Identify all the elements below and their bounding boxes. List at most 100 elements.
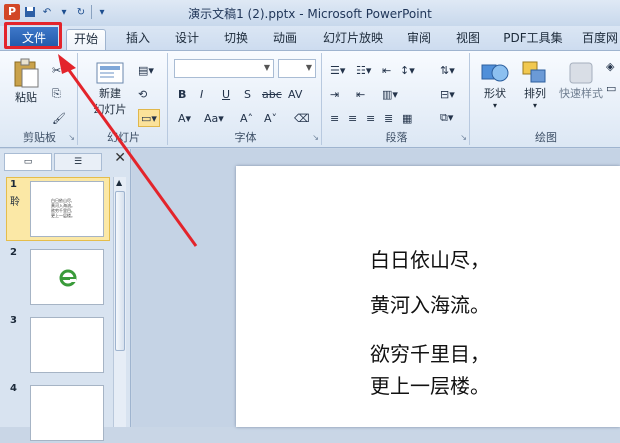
tab-view[interactable]: 视图 [448, 29, 488, 50]
paste-button[interactable]: 粘贴 [8, 57, 44, 105]
reset-icon[interactable]: ⟲ [138, 85, 147, 103]
tab-baidu[interactable]: 百度网 [578, 29, 620, 50]
decrease-indent-icon[interactable]: ⇤ [382, 61, 391, 79]
ribbon: 粘贴 ✂ ⎘ 🖌 剪贴板 ↘ 新建 幻灯片 ▤▾ ⟲ ▭▾ 幻灯片 ▼ ▼ B … [0, 50, 620, 148]
section-icon[interactable]: ▭▾ [138, 109, 160, 127]
line-spacing-icon[interactable]: ↕▾ [400, 61, 415, 79]
thumbnail-text: 白日依山尽, 黄河入海流。 欲穷千里目, 更上一层楼。 [51, 198, 75, 218]
arrange-label: 排列 [524, 87, 546, 100]
shape-button[interactable]: 形状 ▾ [476, 59, 514, 110]
font-group-label: 字体 [234, 131, 257, 144]
thumbnail-4[interactable]: 4 [6, 381, 110, 443]
new-slide-icon [96, 62, 124, 84]
ie-logo-icon [59, 269, 77, 287]
paste-icon [14, 58, 39, 88]
arrange-button[interactable]: 排列 ▾ [516, 59, 554, 110]
quick-styles-button[interactable]: 快速样式 [556, 59, 606, 101]
shape-outline-icon[interactable]: ▭ [606, 79, 616, 97]
dialog-launcher-icon[interactable]: ↘ [312, 133, 319, 142]
align-text-icon[interactable]: ⊟▾ [440, 85, 455, 103]
justify-icon[interactable]: ≣ [384, 109, 393, 127]
columns-icon[interactable]: ▥▾ [382, 85, 398, 103]
copy-icon[interactable]: ⎘ [52, 85, 61, 103]
dialog-launcher-icon[interactable]: ↘ [460, 133, 467, 142]
thumbnail-3[interactable]: 3 [6, 313, 110, 375]
slides-group: 新建 幻灯片 ▤▾ ⟲ ▭▾ 幻灯片 [80, 53, 168, 145]
shape-label: 形状 [484, 87, 506, 100]
slide-number: 3 [10, 315, 17, 326]
shrink-font-icon[interactable]: A˅ [264, 109, 277, 127]
dialog-launcher-icon[interactable]: ↘ [68, 133, 75, 142]
paragraph-group-label: 段落 [385, 131, 408, 144]
quick-styles-label: 快速样式 [559, 87, 603, 100]
clear-format-icon[interactable]: ⌫ [294, 109, 310, 127]
scroll-up-icon[interactable]: ▲ [116, 178, 122, 187]
align-center-icon[interactable]: ≡ [348, 109, 357, 127]
shapes-icon [481, 64, 509, 82]
paste-label: 粘贴 [15, 91, 37, 104]
poem-line[interactable]: 白日依山尽， [370, 244, 490, 273]
ribbon-tabs: 文件 开始 插入 设计 切换 动画 幻灯片放映 审阅 视图 PDF工具集 百度网 [0, 26, 620, 50]
tab-pdf-tools[interactable]: PDF工具集 [497, 29, 569, 50]
poem-line[interactable]: 欲穷千里目， [370, 338, 490, 367]
thumbnail-list: 1 聆 白日依山尽, 黄河入海流。 欲穷千里目, 更上一层楼。 2 3 4 [6, 177, 110, 441]
poem-line[interactable]: 黄河入海流。 [370, 289, 490, 318]
tab-home[interactable]: 开始 [66, 29, 106, 50]
quick-styles-icon [569, 62, 593, 84]
current-slide[interactable]: 白日依山尽， 黄河入海流。 欲穷千里目， 更上一层楼。 [236, 166, 620, 427]
file-highlight-box [4, 22, 62, 49]
outdent-icon[interactable]: ⇤ [356, 85, 365, 103]
new-slide-label: 新建 [99, 87, 121, 100]
title-bar: P ↶ ▾ ↻ ▾ 演示文稿1 (2).pptx - Microsoft Pow… [0, 0, 620, 26]
indent-icon[interactable]: ⇥ [330, 85, 339, 103]
thumbnail-1[interactable]: 1 聆 白日依山尽, 黄河入海流。 欲穷千里目, 更上一层楼。 [6, 177, 110, 241]
slide-number: 1 [10, 179, 17, 190]
outline-tab-icon[interactable]: ☰ [54, 153, 102, 171]
new-slide-label-2: 幻灯片 [93, 103, 127, 116]
layout-icon[interactable]: ▤▾ [138, 61, 154, 79]
format-painter-icon[interactable]: 🖌 [52, 109, 66, 127]
new-slide-button[interactable]: 新建 幻灯片 [88, 59, 132, 117]
underline-icon[interactable]: U [222, 85, 230, 103]
font-size-dropdown[interactable]: ▼ [278, 59, 316, 78]
close-pane-icon[interactable]: ✕ [114, 150, 126, 166]
numbering-icon[interactable]: ☷▾ [356, 61, 371, 79]
grow-font-icon[interactable]: A˄ [240, 109, 253, 127]
font-name-dropdown[interactable]: ▼ [174, 59, 274, 78]
slides-group-label: 幻灯片 [107, 131, 140, 144]
shape-fill-icon[interactable]: ◈ [606, 57, 614, 75]
arrange-icon [522, 61, 546, 83]
align-right-icon[interactable]: ≡ [366, 109, 375, 127]
bold-icon[interactable]: B [178, 85, 186, 103]
italic-icon[interactable]: I [200, 85, 203, 103]
thumbnail-2[interactable]: 2 [6, 245, 110, 307]
text-direction-icon[interactable]: ⇅▾ [440, 61, 455, 79]
cut-icon[interactable]: ✂ [52, 61, 61, 79]
tab-design[interactable]: 设计 [167, 29, 207, 50]
char-spacing-icon[interactable]: AV [288, 85, 302, 103]
window-title: 演示文稿1 (2).pptx - Microsoft PowerPoint [188, 7, 432, 21]
slide-pane: ▭ ☰ ✕ 1 聆 白日依山尽, 黄河入海流。 欲穷千里目, 更上一层楼。 2 [0, 149, 131, 441]
shadow-icon[interactable]: S [244, 85, 251, 103]
tab-transitions[interactable]: 切换 [216, 29, 256, 50]
tab-slideshow[interactable]: 幻灯片放映 [317, 29, 389, 50]
slides-tab-icon[interactable]: ▭ [4, 153, 52, 171]
distribute-icon[interactable]: ▦ [402, 109, 412, 127]
thumbnail-slide [30, 317, 104, 373]
align-left-icon[interactable]: ≡ [330, 109, 339, 127]
tab-insert[interactable]: 插入 [118, 29, 158, 50]
bullets-icon[interactable]: ☰▾ [330, 61, 345, 79]
smartart-icon[interactable]: ⧉▾ [440, 109, 453, 127]
change-case-icon[interactable]: Aa▾ [204, 109, 224, 127]
clipboard-group-label: 剪贴板 [23, 131, 56, 144]
scroll-thumb[interactable] [115, 191, 125, 351]
font-color-icon[interactable]: A▾ [178, 109, 191, 127]
pane-scrollbar[interactable]: ▲ [113, 177, 126, 427]
font-group: ▼ ▼ B I U S abc AV A▾ Aa▾ A˄ A˅ ⌫ 字体 ↘ [170, 53, 322, 145]
thumbnail-slide [30, 385, 104, 441]
tab-animations[interactable]: 动画 [265, 29, 305, 50]
poem-line[interactable]: 更上一层楼。 [370, 370, 490, 399]
tab-review[interactable]: 审阅 [399, 29, 439, 50]
clipboard-group: 粘贴 ✂ ⎘ 🖌 剪贴板 ↘ [2, 53, 78, 145]
strikethrough-icon[interactable]: abc [262, 85, 282, 103]
